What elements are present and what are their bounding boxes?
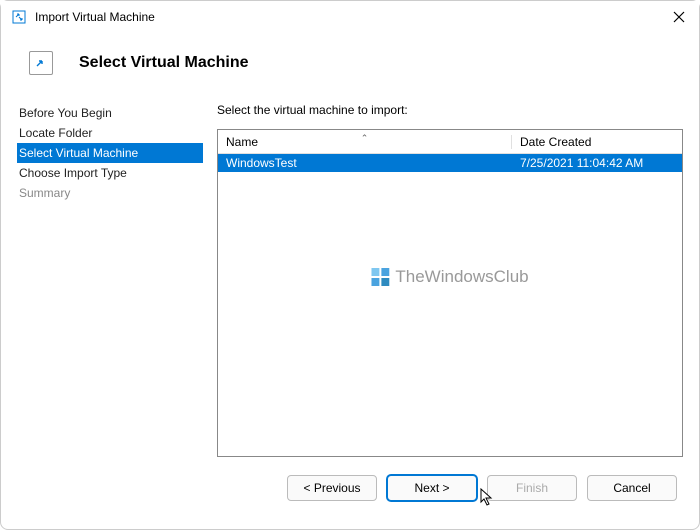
watermark-text: TheWindowsClub [395, 267, 528, 287]
column-header-date[interactable]: Date Created [512, 135, 682, 149]
cell-vm-name: WindowsTest [218, 156, 512, 170]
list-row[interactable]: WindowsTest 7/25/2021 11:04:42 AM [218, 154, 682, 172]
sort-ascending-icon: ⌃ [361, 133, 369, 144]
sidebar-item-choose-import-type[interactable]: Choose Import Type [17, 163, 203, 183]
cell-vm-date: 7/25/2021 11:04:42 AM [512, 156, 682, 170]
instruction-text: Select the virtual machine to import: [217, 97, 683, 117]
wizard-header: Select Virtual Machine [1, 33, 699, 97]
watermark: TheWindowsClub [371, 267, 528, 287]
import-icon [29, 51, 53, 75]
previous-button[interactable]: < Previous [287, 475, 377, 501]
column-header-name[interactable]: Name ⌃ [218, 135, 512, 149]
wizard-button-row: < Previous Next > Finish Cancel [1, 457, 699, 519]
wizard-body: Before You Begin Locate Folder Select Vi… [1, 97, 699, 457]
next-button[interactable]: Next > [387, 475, 477, 501]
watermark-icon [371, 268, 389, 286]
list-header: Name ⌃ Date Created [218, 130, 682, 154]
sidebar-item-summary[interactable]: Summary [17, 183, 203, 203]
finish-button[interactable]: Finish [487, 475, 577, 501]
main-panel: Select the virtual machine to import: Na… [203, 97, 683, 457]
app-icon [11, 9, 27, 25]
window-title: Import Virtual Machine [35, 10, 659, 24]
column-header-name-label: Name [226, 135, 258, 149]
cancel-button[interactable]: Cancel [587, 475, 677, 501]
close-button[interactable] [659, 1, 699, 33]
wizard-steps-sidebar: Before You Begin Locate Folder Select Vi… [17, 97, 203, 457]
titlebar: Import Virtual Machine [1, 1, 699, 33]
sidebar-item-select-virtual-machine[interactable]: Select Virtual Machine [17, 143, 203, 163]
vm-list[interactable]: Name ⌃ Date Created WindowsTest 7/25/202… [217, 129, 683, 457]
sidebar-item-before-you-begin[interactable]: Before You Begin [17, 103, 203, 123]
page-title: Select Virtual Machine [79, 54, 249, 72]
sidebar-item-locate-folder[interactable]: Locate Folder [17, 123, 203, 143]
